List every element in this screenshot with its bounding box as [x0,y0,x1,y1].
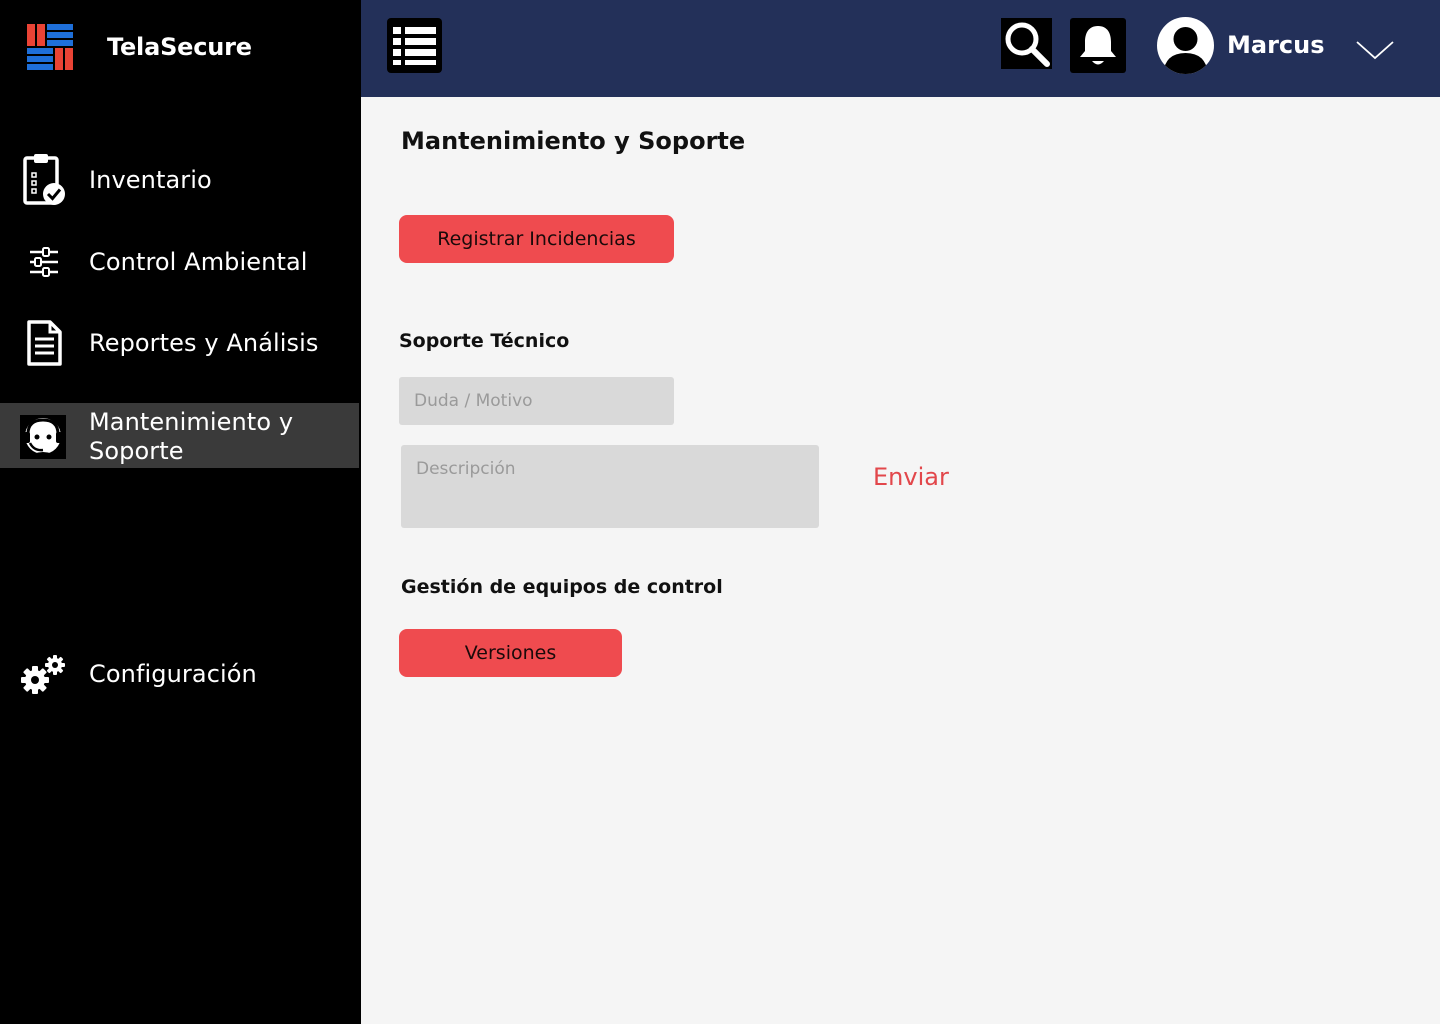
user-avatar-icon [1163,27,1208,74]
bell-icon [1080,26,1116,65]
sidebar-item-label: Inventario [89,165,212,194]
sidebar-item-label-line2: Soporte [89,437,184,465]
sidebar-item-mantenimiento[interactable]: Mantenimiento y Soporte [0,403,359,468]
brand[interactable]: TelaSecure [26,23,252,71]
sidebar-item-label: Reportes y Análisis [89,328,319,357]
sidebar-item-control-ambiental[interactable]: Control Ambiental [0,235,359,289]
description-textarea[interactable] [401,445,819,528]
clipboard-check-icon [20,153,68,207]
sidebar-item-label: Mantenimiento y Soporte [89,408,293,466]
sidebar-item-label-line1: Mantenimiento y [89,408,294,436]
page-title: Mantenimiento y Soporte [401,127,746,155]
sliders-icon [20,235,68,289]
sidebar-item-configuracion[interactable]: Configuración [0,647,359,701]
topbar: Marcus [361,0,1440,97]
versions-button[interactable]: Versiones [399,629,622,677]
sidebar: TelaSecure Inventario Control Ambiental … [0,0,361,1024]
support-section-title: Soporte Técnico [399,330,570,352]
document-icon [20,316,68,370]
sidebar-item-reportes[interactable]: Reportes y Análisis [0,316,359,370]
search-icon [1005,22,1050,67]
subject-input[interactable] [399,377,674,425]
register-incidents-button[interactable]: Registrar Incidencias [399,215,674,263]
gears-icon [20,647,68,701]
sidebar-item-inventario[interactable]: Inventario [0,153,359,207]
brand-logo-icon [27,24,73,70]
brand-name: TelaSecure [107,33,252,61]
send-button[interactable]: Enviar [873,463,949,491]
chevron-down-icon[interactable] [1355,38,1395,62]
notifications-button[interactable] [1070,18,1126,73]
equipment-section-title: Gestión de equipos de control [401,576,723,598]
sidebar-item-label: Configuración [89,659,257,688]
user-name[interactable]: Marcus [1227,31,1325,59]
avatar[interactable] [1157,17,1214,74]
sidebar-item-label: Control Ambiental [89,247,308,276]
search-button[interactable] [1001,18,1052,69]
support-agent-icon [20,415,66,459]
menu-button[interactable] [387,18,442,73]
list-menu-icon [393,27,436,65]
